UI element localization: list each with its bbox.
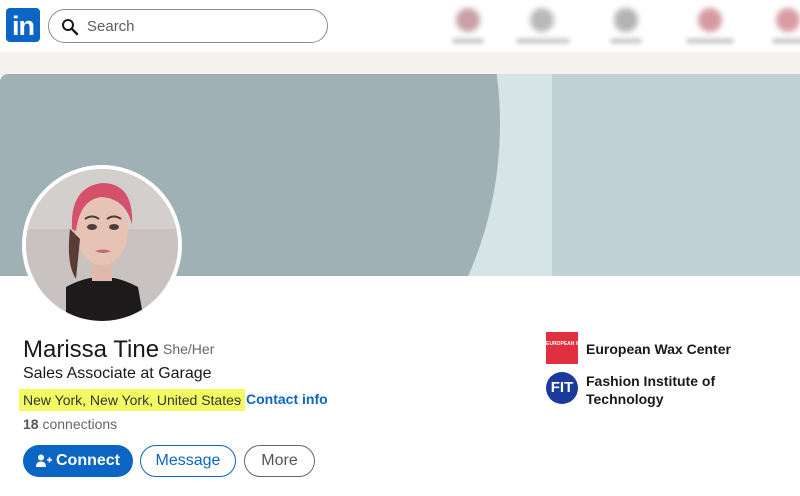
separator-dot: · (238, 391, 243, 407)
profile-photo-image (26, 169, 178, 321)
profile-pronouns: She/Her (163, 341, 215, 357)
connections-label: connections (42, 416, 118, 432)
profile-location: New York, New York, United States (19, 389, 245, 411)
jobs-icon (614, 8, 638, 32)
profile-photo[interactable] (22, 165, 182, 325)
linkedin-logo[interactable]: in (6, 8, 40, 42)
notifications-icon (776, 8, 800, 32)
nav-item-jobs[interactable] (606, 4, 646, 48)
home-icon (456, 8, 480, 32)
add-person-icon (36, 454, 52, 467)
more-button[interactable]: More (244, 445, 315, 477)
more-label: More (261, 452, 298, 469)
top-nav: in (0, 0, 800, 52)
connections-number: 18 (23, 416, 39, 432)
nav-item-network[interactable] (516, 4, 570, 48)
school-name: Fashion Institute of Technology (586, 372, 715, 408)
school-name-line-2: Technology (586, 391, 664, 407)
message-label: Message (155, 452, 221, 469)
company-name: European Wax Center (586, 341, 731, 357)
network-icon (530, 8, 554, 32)
profile-headline: Sales Associate at Garage (23, 365, 212, 382)
message-button[interactable]: Message (140, 445, 236, 477)
profile-card: Marissa Tine She/Her Sales Associate at … (0, 74, 800, 496)
search-box[interactable] (48, 9, 328, 43)
messaging-icon (698, 8, 722, 32)
connections-count[interactable]: 18 connections (23, 416, 117, 432)
connect-button[interactable]: Connect (23, 445, 133, 477)
contact-info-link[interactable]: Contact info (246, 391, 328, 407)
fit-logo: FIT (546, 372, 578, 404)
european-wax-center-logo: EUROPEAN WAX CENTER (546, 332, 609, 364)
connect-label: Connect (56, 452, 120, 469)
nav-item-notifications[interactable] (768, 4, 800, 48)
profile-name: Marissa Tine (23, 336, 160, 363)
nav-item-messaging[interactable] (686, 4, 734, 48)
search-icon (62, 19, 79, 36)
search-input[interactable] (87, 15, 317, 37)
nav-item-home[interactable] (448, 4, 488, 48)
school-name-line-1: Fashion Institute of (586, 373, 716, 389)
